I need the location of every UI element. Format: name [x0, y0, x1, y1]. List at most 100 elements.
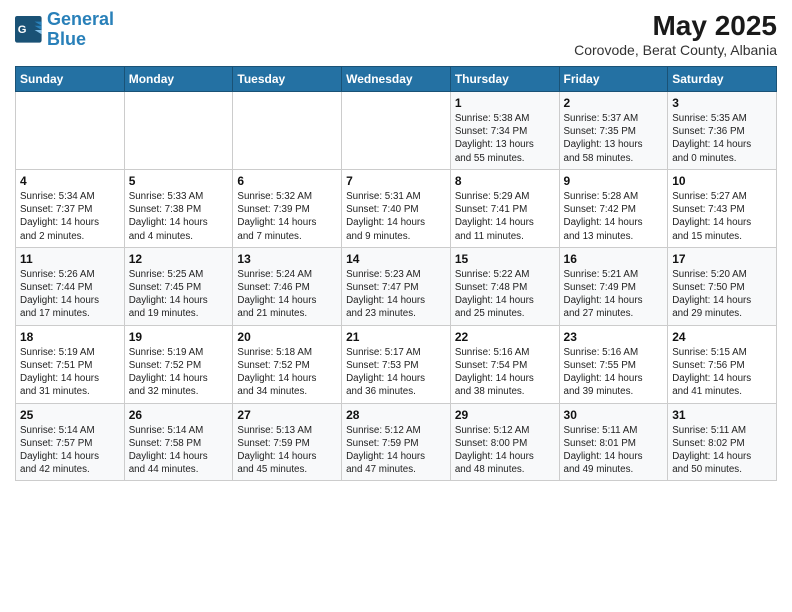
- cell-3-1: 19 Sunrise: 5:19 AM Sunset: 7:52 PM Dayli…: [124, 325, 233, 403]
- header: G GeneralBlue May 2025 Corovode, Berat C…: [15, 10, 777, 58]
- cell-2-6: 17 Sunrise: 5:20 AM Sunset: 7:50 PM Dayli…: [668, 247, 777, 325]
- day-number: 21: [346, 330, 446, 344]
- cell-0-2: [233, 92, 342, 170]
- day-number: 19: [129, 330, 229, 344]
- day-number: 7: [346, 174, 446, 188]
- cell-1-4: 8 Sunrise: 5:29 AM Sunset: 7:41 PM Daylig…: [450, 169, 559, 247]
- day-info: Sunrise: 5:14 AM Sunset: 7:57 PM Dayligh…: [20, 424, 120, 477]
- cell-4-6: 31Sunrise: 5:11 AM Sunset: 8:02 PM Dayli…: [668, 403, 777, 481]
- cell-3-4: 22Sunrise: 5:16 AM Sunset: 7:54 PM Dayli…: [450, 325, 559, 403]
- day-info: Sunrise: 5:17 AM Sunset: 7:53 PM Dayligh…: [346, 346, 446, 399]
- day-number: 29: [455, 408, 555, 422]
- cell-3-3: 21 Sunrise: 5:17 AM Sunset: 7:53 PM Dayli…: [342, 325, 451, 403]
- week-row-1: 4 Sunrise: 5:34 AM Sunset: 7:37 PM Daylig…: [16, 169, 777, 247]
- day-number: 22: [455, 330, 555, 344]
- logo-icon: G: [15, 16, 43, 44]
- day-number: 25: [20, 408, 120, 422]
- col-friday: Friday: [559, 67, 668, 92]
- day-info: Sunrise: 5:11 AM Sunset: 8:01 PM Dayligh…: [564, 424, 664, 477]
- day-info: Sunrise: 5:20 AM Sunset: 7:50 PM Dayligh…: [672, 268, 772, 321]
- day-info: Sunrise: 5:37 AM Sunset: 7:35 PM Dayligh…: [564, 112, 664, 165]
- day-number: 30: [564, 408, 664, 422]
- cell-4-2: 27 Sunrise: 5:13 AM Sunset: 7:59 PM Dayli…: [233, 403, 342, 481]
- day-info: Sunrise: 5:21 AM Sunset: 7:49 PM Dayligh…: [564, 268, 664, 321]
- day-number: 4: [20, 174, 120, 188]
- day-info: Sunrise: 5:33 AM Sunset: 7:38 PM Dayligh…: [129, 190, 229, 243]
- cell-0-5: 2 Sunrise: 5:37 AM Sunset: 7:35 PM Daylig…: [559, 92, 668, 170]
- cell-3-0: 18Sunrise: 5:19 AM Sunset: 7:51 PM Dayli…: [16, 325, 125, 403]
- day-number: 11: [20, 252, 120, 266]
- day-info: Sunrise: 5:35 AM Sunset: 7:36 PM Dayligh…: [672, 112, 772, 165]
- day-info: Sunrise: 5:23 AM Sunset: 7:47 PM Dayligh…: [346, 268, 446, 321]
- cell-1-6: 10Sunrise: 5:27 AM Sunset: 7:43 PM Dayli…: [668, 169, 777, 247]
- calendar-table: Sunday Monday Tuesday Wednesday Thursday…: [15, 66, 777, 481]
- day-info: Sunrise: 5:26 AM Sunset: 7:44 PM Dayligh…: [20, 268, 120, 321]
- cell-3-2: 20 Sunrise: 5:18 AM Sunset: 7:52 PM Dayli…: [233, 325, 342, 403]
- day-number: 20: [237, 330, 337, 344]
- day-number: 13: [237, 252, 337, 266]
- day-info: Sunrise: 5:12 AM Sunset: 8:00 PM Dayligh…: [455, 424, 555, 477]
- calendar-body: 1 Sunrise: 5:38 AM Sunset: 7:34 PM Daylig…: [16, 92, 777, 481]
- cell-3-6: 24Sunrise: 5:15 AM Sunset: 7:56 PM Dayli…: [668, 325, 777, 403]
- cell-0-1: [124, 92, 233, 170]
- cell-0-0: [16, 92, 125, 170]
- day-info: Sunrise: 5:18 AM Sunset: 7:52 PM Dayligh…: [237, 346, 337, 399]
- day-info: Sunrise: 5:31 AM Sunset: 7:40 PM Dayligh…: [346, 190, 446, 243]
- cell-1-2: 6Sunrise: 5:32 AM Sunset: 7:39 PM Daylig…: [233, 169, 342, 247]
- header-row: Sunday Monday Tuesday Wednesday Thursday…: [16, 67, 777, 92]
- cell-0-4: 1 Sunrise: 5:38 AM Sunset: 7:34 PM Daylig…: [450, 92, 559, 170]
- cell-0-6: 3Sunrise: 5:35 AM Sunset: 7:36 PM Daylig…: [668, 92, 777, 170]
- cell-1-3: 7 Sunrise: 5:31 AM Sunset: 7:40 PM Daylig…: [342, 169, 451, 247]
- cell-3-5: 23 Sunrise: 5:16 AM Sunset: 7:55 PM Dayli…: [559, 325, 668, 403]
- cell-2-2: 13 Sunrise: 5:24 AM Sunset: 7:46 PM Dayli…: [233, 247, 342, 325]
- day-info: Sunrise: 5:32 AM Sunset: 7:39 PM Dayligh…: [237, 190, 337, 243]
- day-number: 2: [564, 96, 664, 110]
- day-info: Sunrise: 5:13 AM Sunset: 7:59 PM Dayligh…: [237, 424, 337, 477]
- cell-4-4: 29 Sunrise: 5:12 AM Sunset: 8:00 PM Dayli…: [450, 403, 559, 481]
- col-wednesday: Wednesday: [342, 67, 451, 92]
- week-row-0: 1 Sunrise: 5:38 AM Sunset: 7:34 PM Daylig…: [16, 92, 777, 170]
- cell-2-4: 15Sunrise: 5:22 AM Sunset: 7:48 PM Dayli…: [450, 247, 559, 325]
- col-saturday: Saturday: [668, 67, 777, 92]
- day-number: 9: [564, 174, 664, 188]
- cell-2-3: 14 Sunrise: 5:23 AM Sunset: 7:47 PM Dayli…: [342, 247, 451, 325]
- title-area: May 2025 Corovode, Berat County, Albania: [574, 10, 777, 58]
- day-number: 14: [346, 252, 446, 266]
- day-number: 23: [564, 330, 664, 344]
- day-info: Sunrise: 5:11 AM Sunset: 8:02 PM Dayligh…: [672, 424, 772, 477]
- day-info: Sunrise: 5:28 AM Sunset: 7:42 PM Dayligh…: [564, 190, 664, 243]
- day-number: 8: [455, 174, 555, 188]
- svg-text:G: G: [18, 24, 27, 36]
- day-number: 24: [672, 330, 772, 344]
- day-number: 27: [237, 408, 337, 422]
- day-info: Sunrise: 5:14 AM Sunset: 7:58 PM Dayligh…: [129, 424, 229, 477]
- col-thursday: Thursday: [450, 67, 559, 92]
- day-info: Sunrise: 5:27 AM Sunset: 7:43 PM Dayligh…: [672, 190, 772, 243]
- day-number: 17: [672, 252, 772, 266]
- subtitle: Corovode, Berat County, Albania: [574, 42, 777, 58]
- cell-0-3: [342, 92, 451, 170]
- day-number: 1: [455, 96, 555, 110]
- cell-4-0: 25 Sunrise: 5:14 AM Sunset: 7:57 PM Dayli…: [16, 403, 125, 481]
- cell-1-0: 4 Sunrise: 5:34 AM Sunset: 7:37 PM Daylig…: [16, 169, 125, 247]
- col-sunday: Sunday: [16, 67, 125, 92]
- day-info: Sunrise: 5:24 AM Sunset: 7:46 PM Dayligh…: [237, 268, 337, 321]
- cell-2-0: 11 Sunrise: 5:26 AM Sunset: 7:44 PM Dayli…: [16, 247, 125, 325]
- day-number: 28: [346, 408, 446, 422]
- cell-2-5: 16Sunrise: 5:21 AM Sunset: 7:49 PM Dayli…: [559, 247, 668, 325]
- logo: G GeneralBlue: [15, 10, 114, 50]
- day-info: Sunrise: 5:16 AM Sunset: 7:55 PM Dayligh…: [564, 346, 664, 399]
- day-number: 15: [455, 252, 555, 266]
- week-row-4: 25 Sunrise: 5:14 AM Sunset: 7:57 PM Dayli…: [16, 403, 777, 481]
- day-info: Sunrise: 5:19 AM Sunset: 7:52 PM Dayligh…: [129, 346, 229, 399]
- cell-2-1: 12 Sunrise: 5:25 AM Sunset: 7:45 PM Dayli…: [124, 247, 233, 325]
- week-row-2: 11 Sunrise: 5:26 AM Sunset: 7:44 PM Dayli…: [16, 247, 777, 325]
- day-info: Sunrise: 5:29 AM Sunset: 7:41 PM Dayligh…: [455, 190, 555, 243]
- day-info: Sunrise: 5:25 AM Sunset: 7:45 PM Dayligh…: [129, 268, 229, 321]
- day-number: 12: [129, 252, 229, 266]
- day-info: Sunrise: 5:38 AM Sunset: 7:34 PM Dayligh…: [455, 112, 555, 165]
- cell-4-3: 28Sunrise: 5:12 AM Sunset: 7:59 PM Dayli…: [342, 403, 451, 481]
- day-info: Sunrise: 5:19 AM Sunset: 7:51 PM Dayligh…: [20, 346, 120, 399]
- day-info: Sunrise: 5:34 AM Sunset: 7:37 PM Dayligh…: [20, 190, 120, 243]
- cell-1-1: 5Sunrise: 5:33 AM Sunset: 7:38 PM Daylig…: [124, 169, 233, 247]
